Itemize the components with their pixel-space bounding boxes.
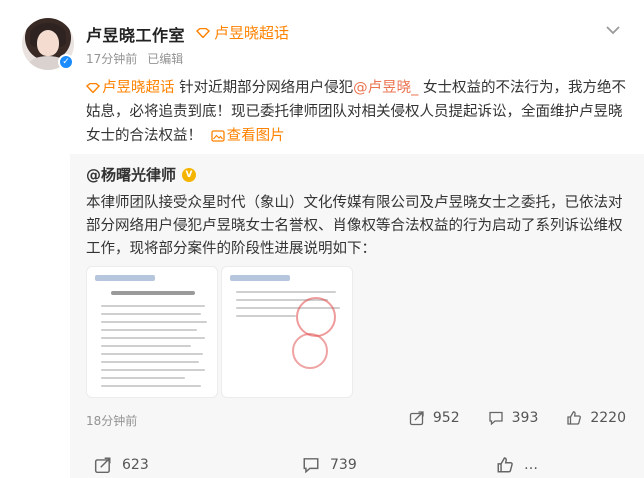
- comment-icon: [488, 411, 503, 426]
- repost-author[interactable]: @杨曙光律师 V: [86, 164, 197, 185]
- repost-time[interactable]: 18分钟前: [86, 412, 137, 429]
- seal-stamp: [296, 297, 336, 337]
- document-line: [101, 321, 207, 323]
- document-line: [101, 305, 205, 307]
- avatar-face: [37, 30, 59, 56]
- document-logo: [230, 275, 290, 281]
- document-image-1[interactable]: [86, 266, 218, 398]
- image-icon: [210, 130, 225, 142]
- repost-comment-count: 393: [511, 410, 539, 426]
- share-icon: [409, 411, 424, 426]
- username[interactable]: 卢昱晓工作室: [86, 22, 185, 46]
- repost-like-button[interactable]: 2220: [566, 410, 626, 426]
- verified-badge-icon: V: [182, 167, 197, 182]
- comment-count: 739: [330, 457, 357, 473]
- more-options-button[interactable]: [604, 22, 622, 36]
- document-line: [236, 315, 296, 317]
- repost-share-count: 952: [432, 410, 460, 426]
- view-images-label: 查看图片: [226, 128, 285, 144]
- mention-link[interactable]: @卢昱晓_: [353, 80, 418, 96]
- post-tag[interactable]: 卢昱晓超话: [86, 80, 175, 96]
- seal-stamp: [292, 333, 328, 369]
- document-line: [101, 337, 205, 339]
- document-line: [236, 291, 336, 293]
- view-images-link[interactable]: 查看图片: [207, 128, 285, 144]
- post-action-bar: 623 739 …: [70, 446, 644, 478]
- post-tag-label: 卢昱晓超话: [102, 80, 175, 96]
- weibo-post: ✓ 卢昱晓工作室 卢昱晓超话 17分钟前 已编辑 卢昱晓超话 针对近期部分网络用…: [0, 0, 644, 478]
- document-logo: [95, 275, 155, 281]
- post-time[interactable]: 17分钟前: [86, 50, 137, 67]
- forward-count: 623: [122, 457, 149, 473]
- document-title: [111, 291, 195, 295]
- document-line: [101, 385, 201, 387]
- thumbs-up-icon: [497, 457, 513, 473]
- document-line: [101, 377, 185, 379]
- forward-button[interactable]: 623: [94, 456, 149, 474]
- document-image-2[interactable]: [221, 266, 353, 398]
- repost-text: 本律师团队接受众星时代（象山）文化传媒有限公司及卢昱晓女士之委托，已依法对部分网…: [86, 195, 623, 257]
- document-line: [101, 361, 199, 363]
- share-icon: [94, 457, 111, 474]
- post-meta: 17分钟前 已编辑: [86, 50, 183, 67]
- document-line: [101, 353, 203, 355]
- repost-comment-button[interactable]: 393: [488, 410, 539, 426]
- diamond-icon: [86, 83, 100, 93]
- post-text-part1: 针对近期部分网络用户侵犯: [174, 80, 354, 96]
- verified-badge-icon: ✓: [58, 54, 74, 70]
- diamond-icon: [196, 27, 210, 38]
- chevron-down-icon: [606, 26, 620, 35]
- repost-actions: 952 393 2220: [409, 410, 626, 426]
- post-text: 卢昱晓超话 针对近期部分网络用户侵犯@卢昱晓_ 女士权益的不法行为，我方绝不姑息…: [86, 76, 626, 148]
- edited-label[interactable]: 已编辑: [147, 50, 183, 67]
- supertopic-label: 卢昱晓超话: [214, 24, 290, 42]
- repost-like-count: 2220: [590, 410, 626, 426]
- document-line: [101, 329, 197, 331]
- supertopic-link[interactable]: 卢昱晓超话: [196, 22, 289, 43]
- comment-icon: [303, 458, 319, 474]
- like-count: …: [524, 457, 538, 473]
- thumbs-up-icon: [567, 411, 582, 425]
- comment-button[interactable]: 739: [302, 456, 357, 474]
- repost-share-button[interactable]: 952: [409, 410, 460, 426]
- repost-card[interactable]: @杨曙光律师 V 本律师团队接受众星时代（象山）文化传媒有限公司及卢昱晓女士之委…: [70, 154, 644, 478]
- document-line: [101, 345, 191, 347]
- document-line: [101, 313, 201, 315]
- document-line: [101, 369, 205, 371]
- repost-author-name: @杨曙光律师: [86, 166, 177, 184]
- like-button[interactable]: …: [496, 456, 538, 474]
